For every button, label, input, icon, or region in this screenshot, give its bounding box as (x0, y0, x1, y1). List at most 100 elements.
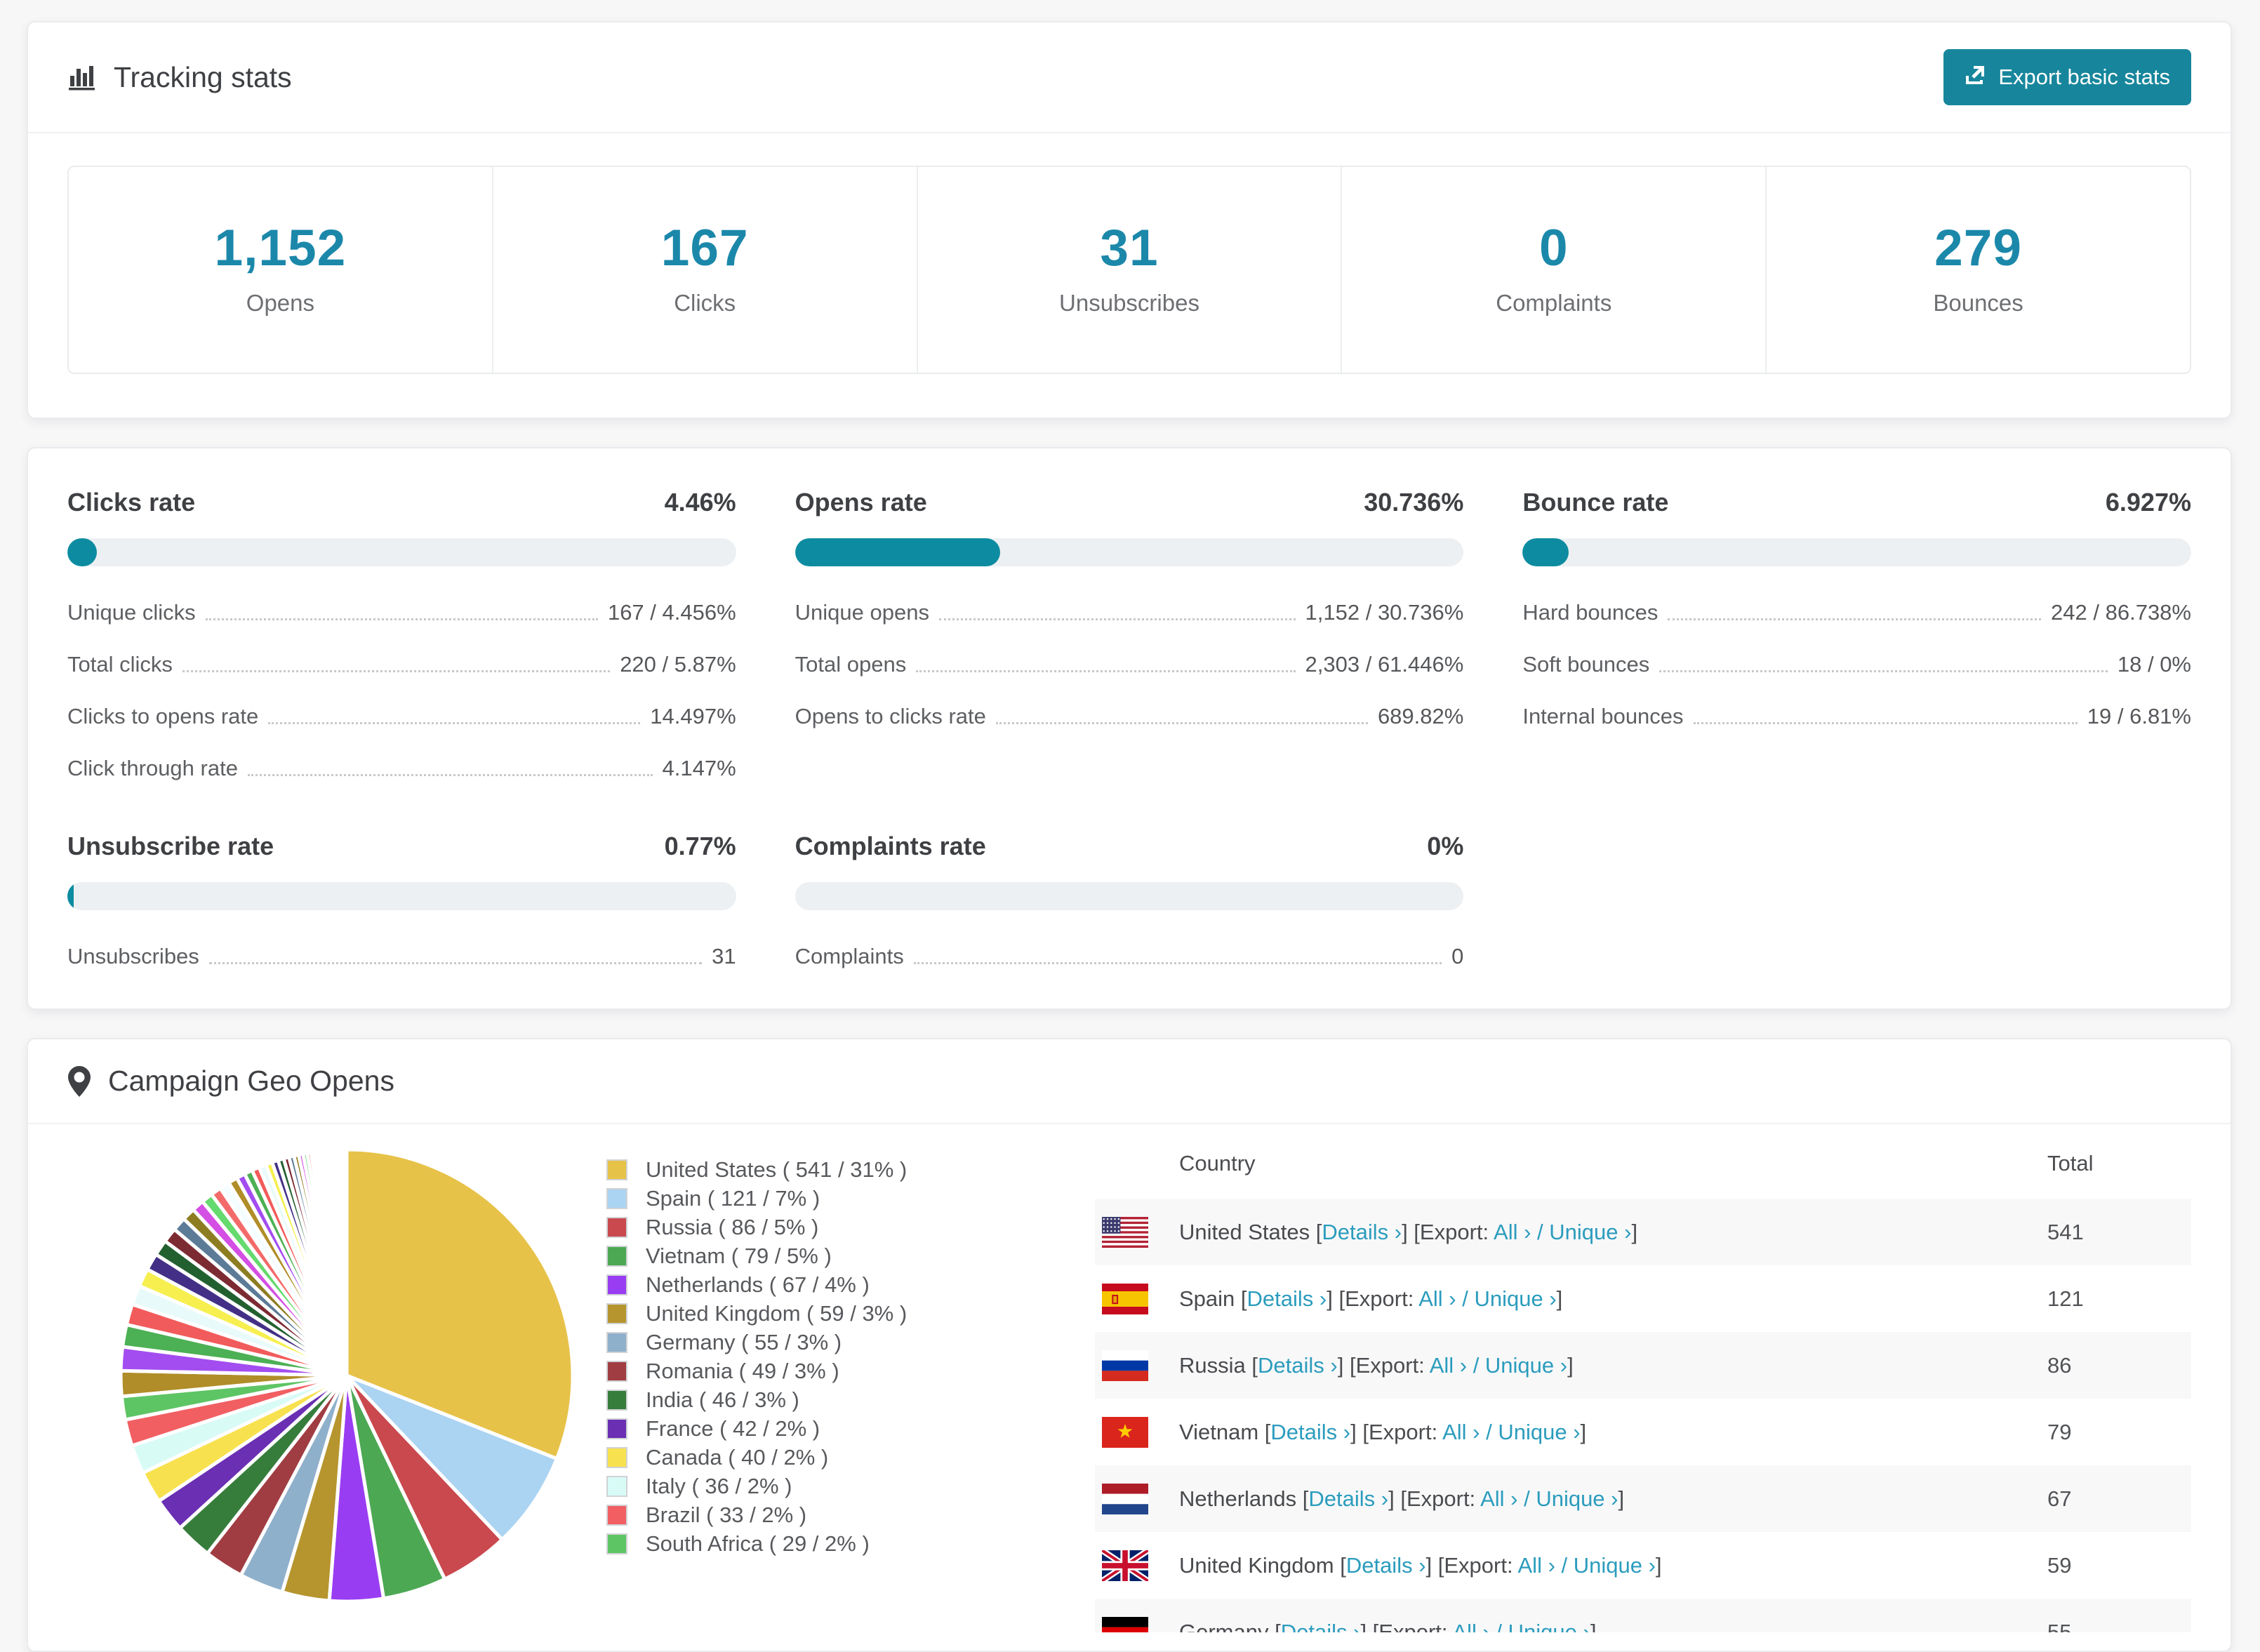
rate-detail-row: Unsubscribes 31 (67, 944, 736, 969)
legend-label: Vietnam ( 79 / 5% ) (646, 1243, 832, 1268)
table-row: Spain [Details ›] [Export: All › / Uniqu… (1095, 1265, 2191, 1332)
export-unique-link[interactable]: Unique (1485, 1353, 1554, 1378)
table-row: United Kingdom [Details ›] [Export: All … (1095, 1532, 2191, 1599)
dotted-leader (995, 722, 1368, 724)
export-unique-link[interactable]: Unique (1474, 1286, 1543, 1311)
rate-block: Complaints rate 0% Complaints 0 (795, 832, 1464, 969)
rate-percentage: 4.46% (664, 488, 736, 517)
legend-item: Canada ( 40 / 2% ) (606, 1443, 1089, 1472)
rate-detail-label: Internal bounces (1522, 704, 1684, 728)
summary-stat: 279 Bounces (1765, 167, 2190, 373)
geo-pie-chart (115, 1144, 578, 1607)
legend-label: France ( 42 / 2% ) (646, 1415, 820, 1441)
export-unique-link[interactable]: Unique (1498, 1420, 1567, 1444)
export-unique-link[interactable]: Unique (1549, 1220, 1618, 1244)
table-row: Russia [Details ›] [Export: All › / Uniq… (1095, 1332, 2191, 1399)
details-link[interactable]: Details (1258, 1353, 1324, 1378)
country-name: Netherlands (1179, 1486, 1297, 1511)
summary-stat-value: 167 (660, 220, 749, 277)
legend-swatch (606, 1389, 627, 1411)
country-name: Germany (1179, 1619, 1269, 1633)
rate-detail-value: 242 / 86.738% (2051, 600, 2191, 625)
export-all-link[interactable]: All (1430, 1353, 1454, 1378)
legend-item: Italy ( 36 / 2% ) (606, 1472, 1089, 1500)
export-unique-link[interactable]: Unique (1536, 1486, 1604, 1511)
legend-swatch (606, 1216, 627, 1238)
legend-label: Canada ( 40 / 2% ) (646, 1444, 829, 1470)
dotted-leader (1659, 670, 2108, 672)
details-link[interactable]: Details (1308, 1486, 1375, 1511)
export-all-link[interactable]: All (1480, 1486, 1504, 1511)
legend-label: Italy ( 36 / 2% ) (646, 1473, 792, 1498)
summary-stat-label: Unsubscribes (1059, 290, 1199, 316)
rate-detail-row: Opens to clicks rate 689.82% (795, 704, 1464, 729)
rate-title: Clicks rate (67, 488, 196, 517)
legend-label: United States ( 541 / 31% ) (646, 1157, 908, 1182)
rate-detail-label: Click through rate (67, 756, 238, 780)
legend-swatch (606, 1331, 627, 1353)
export-unique-link[interactable]: Unique (1508, 1620, 1577, 1633)
rate-detail-value: 0 (1451, 944, 1464, 968)
export-all-link[interactable]: All (1494, 1220, 1517, 1244)
rates-grid: Clicks rate 4.46% Unique clicks 167 / 4.… (67, 488, 2191, 969)
legend-item: United Kingdom ( 59 / 3% ) (606, 1299, 1089, 1328)
rate-title: Opens rate (795, 488, 927, 517)
bar-chart-icon (67, 62, 97, 92)
legend-swatch (606, 1303, 627, 1324)
details-link[interactable]: Details (1281, 1620, 1348, 1633)
dotted-leader (916, 670, 1296, 672)
details-link[interactable]: Details (1247, 1286, 1314, 1311)
total-column-header: Total (2047, 1151, 2094, 1175)
legend-label: Brazil ( 33 / 2% ) (646, 1502, 807, 1527)
export-all-link[interactable]: All (1518, 1553, 1542, 1578)
export-unique-link[interactable]: Unique (1574, 1553, 1642, 1578)
details-link[interactable]: Details (1270, 1420, 1337, 1444)
geo-table: Country Total United States [Details ›] … (1095, 1124, 2191, 1632)
rate-detail-row: Unique clicks 167 / 4.456% (67, 600, 736, 625)
rate-detail-row: Hard bounces 242 / 86.738% (1522, 600, 2191, 625)
country-name: United States (1179, 1219, 1310, 1244)
dotted-leader (247, 774, 653, 776)
summary-stat: 0 Complaints (1341, 167, 1765, 373)
geo-opens-header: Campaign Geo Opens (28, 1039, 2231, 1124)
rate-detail-row: Internal bounces 19 / 6.81% (1522, 704, 2191, 729)
rate-detail-value: 2,303 / 61.446% (1305, 652, 1464, 677)
page: Tracking stats Export basic stats 1,152 … (0, 0, 2260, 1652)
legend-swatch (606, 1274, 627, 1295)
legend-swatch (606, 1475, 627, 1497)
rate-detail-label: Total opens (795, 652, 907, 677)
rate-detail-row: Click through rate 4.147% (67, 756, 736, 781)
rate-detail-label: Total clicks (67, 652, 173, 677)
page-title: Tracking stats (114, 60, 292, 93)
details-link[interactable]: Details (1322, 1220, 1388, 1244)
country-total: 121 (2047, 1286, 2084, 1311)
export-basic-stats-button[interactable]: Export basic stats (1943, 49, 2191, 105)
country-total: 79 (2047, 1419, 2072, 1444)
geo-table-rows: United States [Details ›] [Export: All ›… (1095, 1199, 2191, 1632)
rate-detail-row: Soft bounces 18 / 0% (1522, 652, 2191, 677)
rate-detail-label: Unsubscribes (67, 944, 199, 968)
flag-icon-es (1102, 1283, 1148, 1314)
rate-detail-value: 689.82% (1377, 704, 1464, 728)
flag-icon-de (1102, 1616, 1148, 1632)
rate-title: Unsubscribe rate (67, 832, 274, 860)
legend-swatch (606, 1187, 627, 1209)
progress-bar (795, 882, 1464, 910)
export-all-link[interactable]: All (1442, 1420, 1466, 1444)
rate-detail-value: 1,152 / 30.736% (1305, 600, 1464, 625)
legend-swatch (606, 1418, 627, 1439)
legend-label: Netherlands ( 67 / 4% ) (646, 1272, 870, 1297)
rate-detail-row: Unique opens 1,152 / 30.736% (795, 600, 1464, 625)
dotted-leader (913, 962, 1442, 964)
progress-bar (795, 538, 1464, 566)
rate-detail-row: Total opens 2,303 / 61.446% (795, 652, 1464, 677)
export-all-link[interactable]: All (1418, 1286, 1442, 1311)
summary-stat-label: Opens (246, 290, 315, 316)
details-link[interactable]: Details (1346, 1553, 1413, 1578)
table-row: Vietnam [Details ›] [Export: All › / Uni… (1095, 1399, 2191, 1465)
legend-label: Romania ( 49 / 3% ) (646, 1358, 839, 1383)
progress-bar (67, 538, 736, 566)
summary-stat-value: 1,152 (214, 220, 347, 277)
export-all-link[interactable]: All (1452, 1620, 1476, 1633)
summary-row: 1,152 Opens 167 Clicks 31 Unsubscribes 0… (67, 166, 2191, 374)
